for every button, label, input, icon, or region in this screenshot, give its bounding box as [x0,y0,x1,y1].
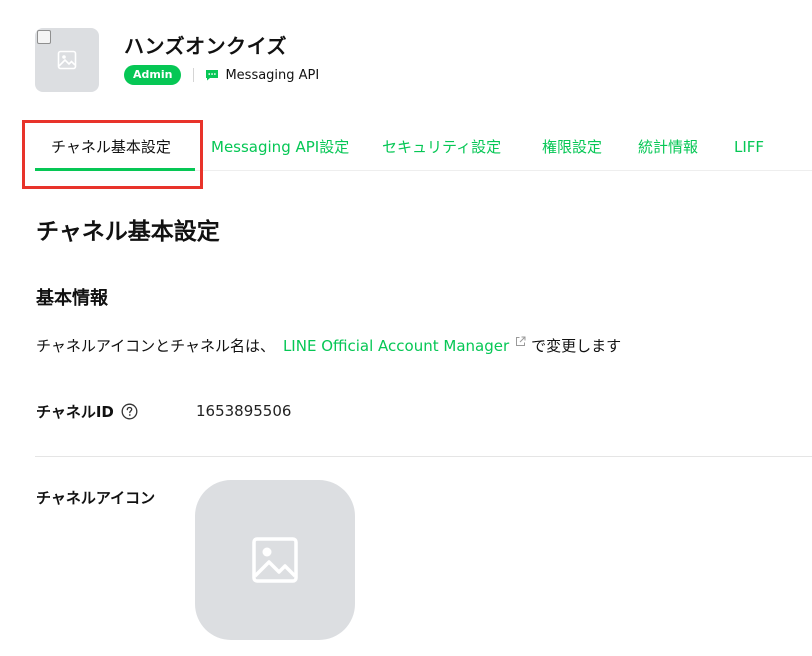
tab-messaging-api-settings[interactable]: Messaging API設定 [211,128,349,170]
info-prefix: チャネルアイコンとチャネル名は、 [36,337,275,355]
meta-divider [193,68,195,82]
channel-meta: Admin Messaging API [124,64,319,86]
tab-liff[interactable]: LIFF [734,128,764,170]
channel-type: Messaging API [225,67,320,83]
tab-label: LIFF [734,138,765,156]
thumbnail-checkbox[interactable] [37,30,51,44]
active-tab-indicator [35,168,195,171]
external-link-icon [516,336,526,346]
tab-basic-settings[interactable]: チャネル基本設定 [51,128,171,170]
info-text: チャネルアイコンとチャネル名は、 LINE Official Account M… [36,335,621,356]
channel-id-value: 1653895506 [196,402,292,420]
channel-thumbnail [35,28,99,92]
channel-id-field-label: チャネルID [36,401,138,422]
divider [35,456,812,457]
tab-label: 統計情報 [638,138,699,156]
channel-icon-field-label: チャネルアイコン [36,487,155,508]
tab-label: 権限設定 [542,138,603,156]
page-title: チャネル基本設定 [36,219,220,245]
account-manager-link[interactable]: LINE Official Account Manager [283,337,509,355]
tab-statistics[interactable]: 統計情報 [638,128,698,170]
channel-icon-preview [195,480,355,640]
tab-security-settings[interactable]: セキュリティ設定 [382,128,501,170]
role-badge: Admin [124,65,182,85]
image-placeholder-icon [57,50,77,70]
tab-label: チャネル基本設定 [51,138,171,156]
tab-permission-settings[interactable]: 権限設定 [542,128,602,170]
image-placeholder-icon [252,537,298,583]
settings-tabs: チャネル基本設定 Messaging API設定 セキュリティ設定 権限設定 統… [35,128,812,171]
channel-name: ハンズオンクイズ [124,34,287,58]
channel-id-label: チャネルID [36,403,114,421]
tab-label: Messaging API設定 [211,138,350,156]
chat-bubble-icon [206,70,219,81]
tab-label: セキュリティ設定 [382,138,502,156]
channel-settings-page: ハンズオンクイズ Admin Messaging API チャネル基本設定 Me… [0,0,812,656]
channel-icon-label: チャネルアイコン [36,489,156,507]
info-suffix: で変更します [531,337,622,355]
question-circle-icon[interactable] [121,403,138,420]
basic-info-heading: 基本情報 [36,288,108,309]
